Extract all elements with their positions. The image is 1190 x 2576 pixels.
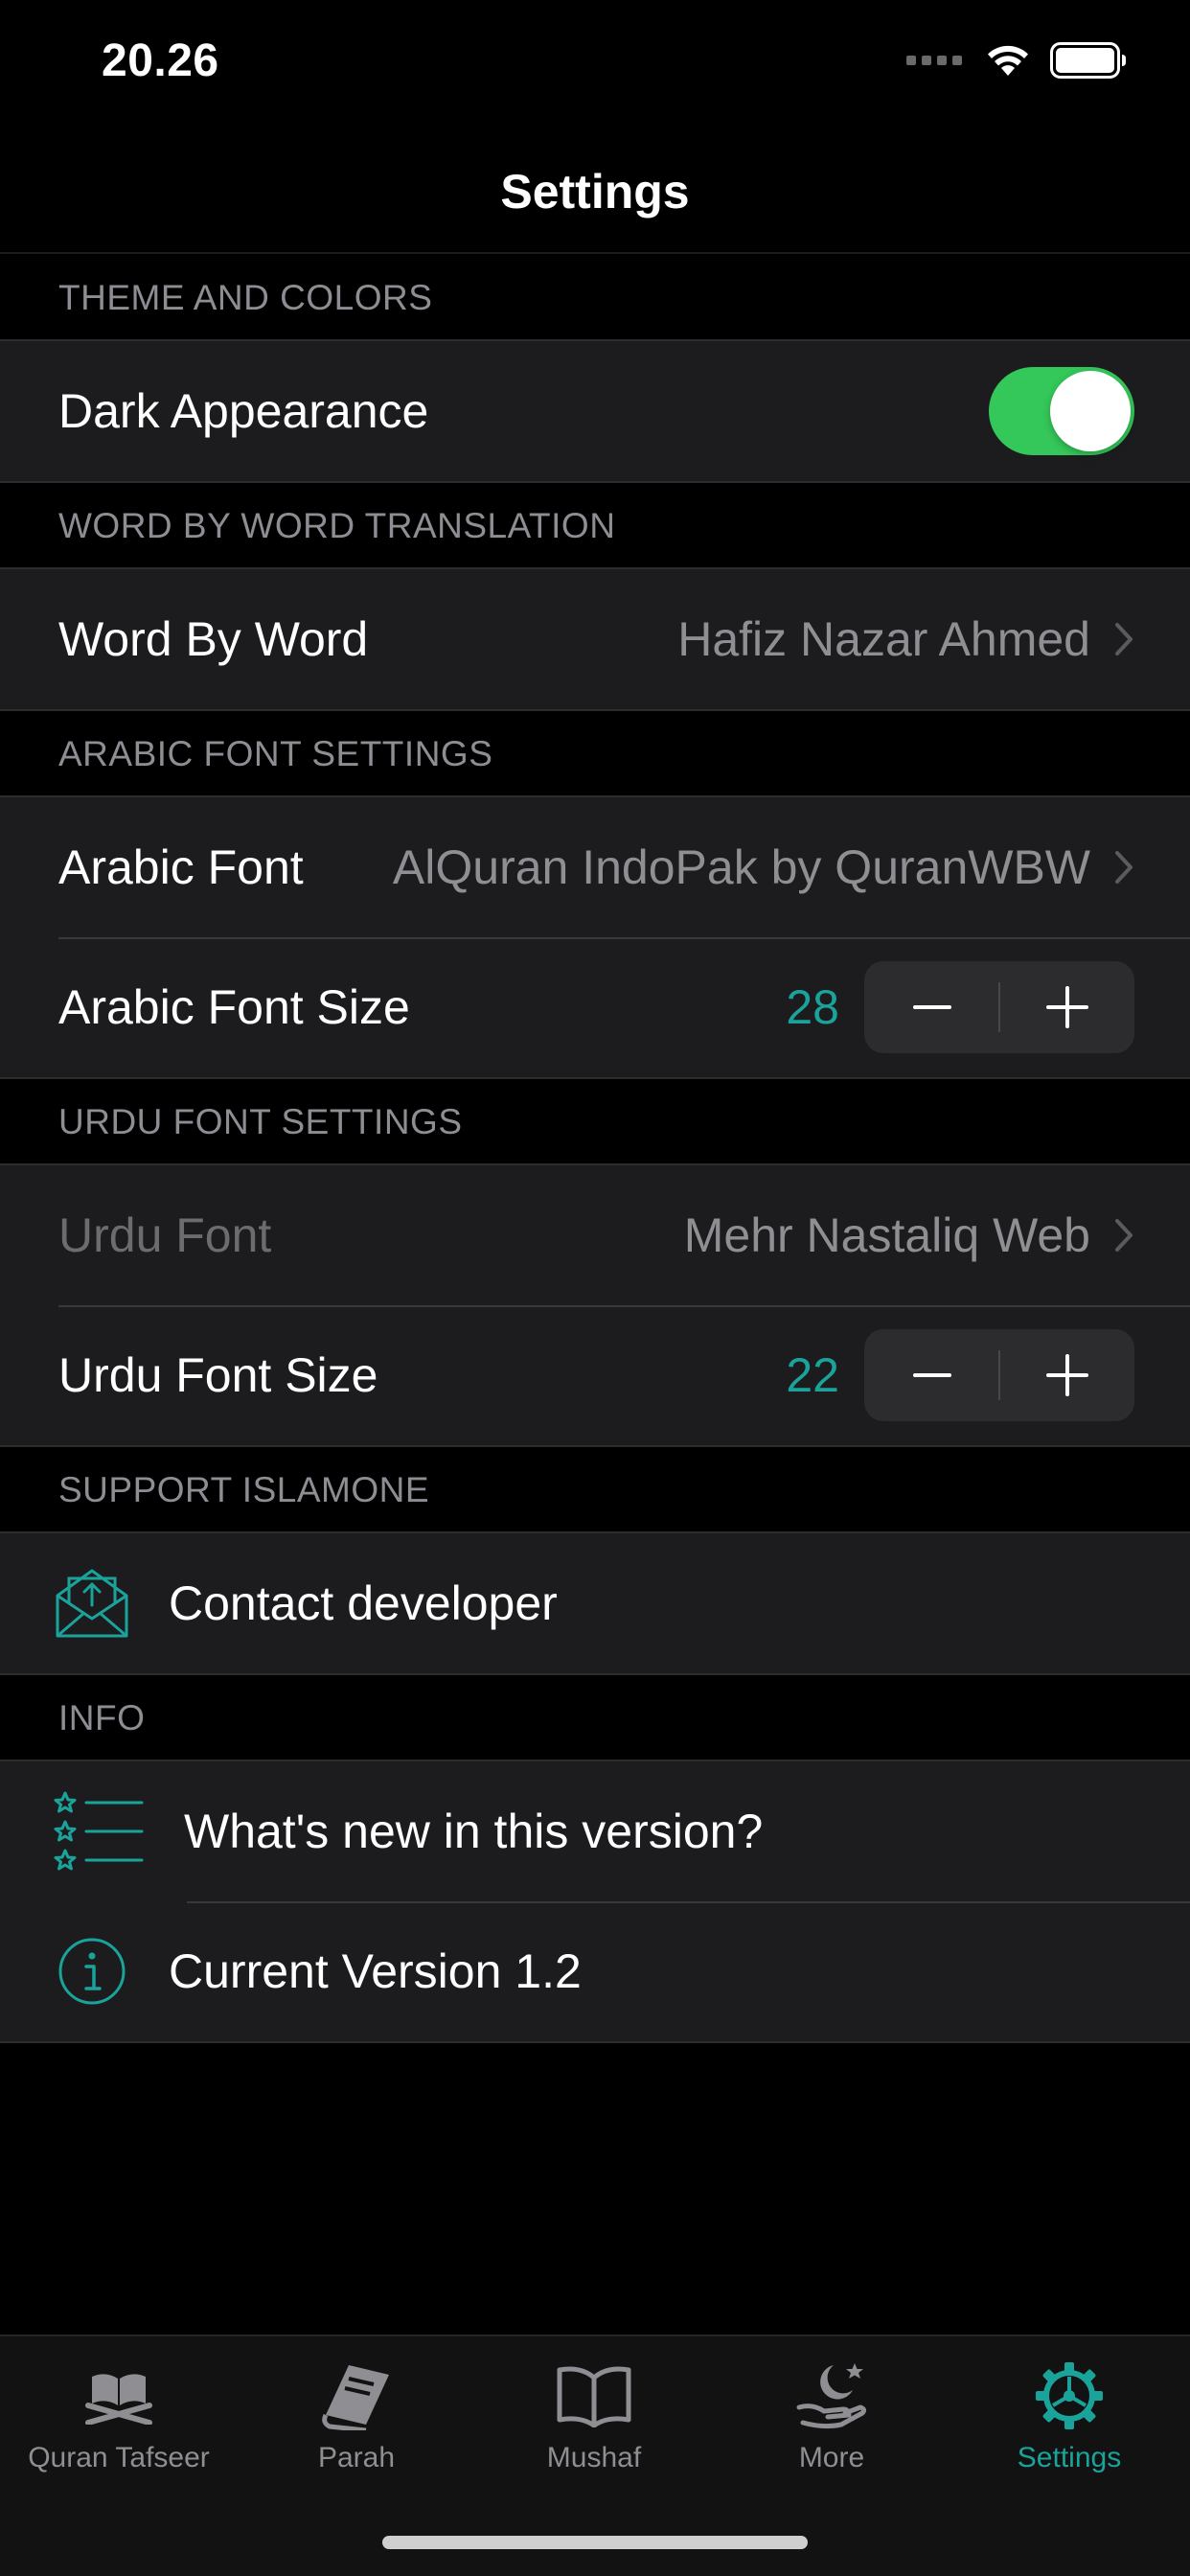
- urdu-font-value: Mehr Nastaliq Web: [683, 1208, 1090, 1262]
- tab-label: Mushaf: [546, 2442, 642, 2473]
- decrement-button[interactable]: [864, 961, 999, 1053]
- book-icon: [238, 2358, 475, 2434]
- group-urdu: Urdu Font Mehr Nastaliq Web Urdu Font Si…: [0, 1163, 1190, 1447]
- arabic-font-value: AlQuran IndoPak by QuranWBW: [392, 840, 1090, 894]
- navigation-bar: Settings: [0, 129, 1190, 254]
- gear-icon: [950, 2358, 1188, 2434]
- stepper-divider: [998, 1350, 1000, 1400]
- plus-icon: [1045, 986, 1088, 1028]
- section-header-support: SUPPORT ISLAMONE: [58, 1470, 430, 1509]
- tab-label: Quran Tafseer: [28, 2442, 210, 2473]
- group-info: What's new in this version? Current Vers…: [0, 1760, 1190, 2043]
- arabic-font-row[interactable]: Arabic Font AlQuran IndoPak by QuranWBW: [0, 797, 1190, 937]
- decrement-button[interactable]: [864, 1329, 999, 1421]
- arabic-font-size-value: 28: [786, 980, 839, 1034]
- chevron-right-icon: [1113, 621, 1134, 657]
- tab-settings[interactable]: Settings: [950, 2358, 1188, 2474]
- urdu-font-size-label: Urdu Font Size: [58, 1348, 378, 1402]
- word-by-word-label: Word By Word: [58, 612, 369, 666]
- tab-more[interactable]: More: [713, 2358, 950, 2474]
- mail-icon: [54, 1565, 130, 1642]
- contact-developer-label: Contact developer: [169, 1576, 558, 1630]
- current-version-label: Current Version 1.2: [169, 1944, 582, 1998]
- tab-label: Parah: [317, 2442, 396, 2473]
- section-header-info: INFO: [58, 1698, 146, 1737]
- minus-icon: [912, 1373, 951, 1377]
- increment-button[interactable]: [999, 961, 1134, 1053]
- tab-label: Settings: [1017, 2442, 1122, 2473]
- dark-appearance-row: Dark Appearance: [0, 341, 1190, 481]
- cellular-signal-icon: [906, 56, 962, 65]
- dark-appearance-toggle[interactable]: [989, 367, 1134, 455]
- open-book-icon: [475, 2358, 713, 2434]
- tab-quran-tafseer[interactable]: Quran Tafseer: [0, 2358, 238, 2474]
- contact-developer-row[interactable]: Contact developer: [0, 1533, 1190, 1673]
- status-bar: 20.26: [0, 0, 1190, 129]
- battery-icon: [1050, 42, 1126, 79]
- quran-stand-icon: [0, 2358, 238, 2434]
- settings-list: THEME AND COLORS Dark Appearance WORD BY…: [0, 255, 1190, 2043]
- info-icon: [54, 1933, 130, 2010]
- chevron-right-icon: [1113, 849, 1134, 886]
- arabic-font-size-label: Arabic Font Size: [58, 980, 410, 1034]
- current-version-row: Current Version 1.2: [0, 1901, 1190, 2041]
- page-title: Settings: [500, 165, 690, 218]
- section-header-urdu: URDU FONT SETTINGS: [58, 1102, 463, 1141]
- tab-parah[interactable]: Parah: [238, 2358, 475, 2474]
- section-header-theme: THEME AND COLORS: [58, 278, 433, 317]
- urdu-font-size-row: Urdu Font Size 22: [0, 1305, 1190, 1445]
- urdu-font-size-stepper: [864, 1329, 1134, 1421]
- settings-screen: 20.26 Settings THEME AND COLORS Dark App…: [0, 0, 1190, 2576]
- stepper-divider: [998, 982, 1000, 1032]
- urdu-font-size-value: 22: [786, 1348, 839, 1402]
- whats-new-label: What's new in this version?: [184, 1805, 764, 1858]
- section-header-arabic: ARABIC FONT SETTINGS: [58, 734, 493, 773]
- chevron-right-icon: [1113, 1217, 1134, 1254]
- word-by-word-row[interactable]: Word By Word Hafiz Nazar Ahmed: [0, 569, 1190, 709]
- whats-new-row[interactable]: What's new in this version?: [0, 1761, 1190, 1901]
- home-indicator: [382, 2536, 808, 2549]
- moon-hand-icon: [713, 2358, 950, 2434]
- wifi-icon: [988, 45, 1028, 76]
- minus-icon: [912, 1005, 951, 1009]
- tab-label: More: [798, 2442, 865, 2473]
- arabic-font-size-row: Arabic Font Size 28: [0, 937, 1190, 1077]
- group-wbw: Word By Word Hafiz Nazar Ahmed: [0, 567, 1190, 711]
- section-header-wbw: WORD BY WORD TRANSLATION: [58, 506, 616, 545]
- status-icons: [906, 42, 1127, 79]
- plus-icon: [1045, 1354, 1088, 1396]
- star-list-icon: [54, 1791, 146, 1871]
- arabic-font-size-stepper: [864, 961, 1134, 1053]
- word-by-word-value: Hafiz Nazar Ahmed: [677, 612, 1090, 666]
- urdu-font-label: Urdu Font: [58, 1208, 272, 1262]
- group-arabic: Arabic Font AlQuran IndoPak by QuranWBW …: [0, 795, 1190, 1079]
- group-support: Contact developer: [0, 1531, 1190, 1675]
- tab-mushaf[interactable]: Mushaf: [475, 2358, 713, 2474]
- group-theme: Dark Appearance: [0, 339, 1190, 483]
- increment-button[interactable]: [999, 1329, 1134, 1421]
- urdu-font-row[interactable]: Urdu Font Mehr Nastaliq Web: [0, 1165, 1190, 1305]
- arabic-font-label: Arabic Font: [58, 840, 304, 894]
- dark-appearance-label: Dark Appearance: [58, 384, 429, 438]
- status-time: 20.26: [102, 35, 219, 86]
- toggle-knob: [1050, 371, 1131, 451]
